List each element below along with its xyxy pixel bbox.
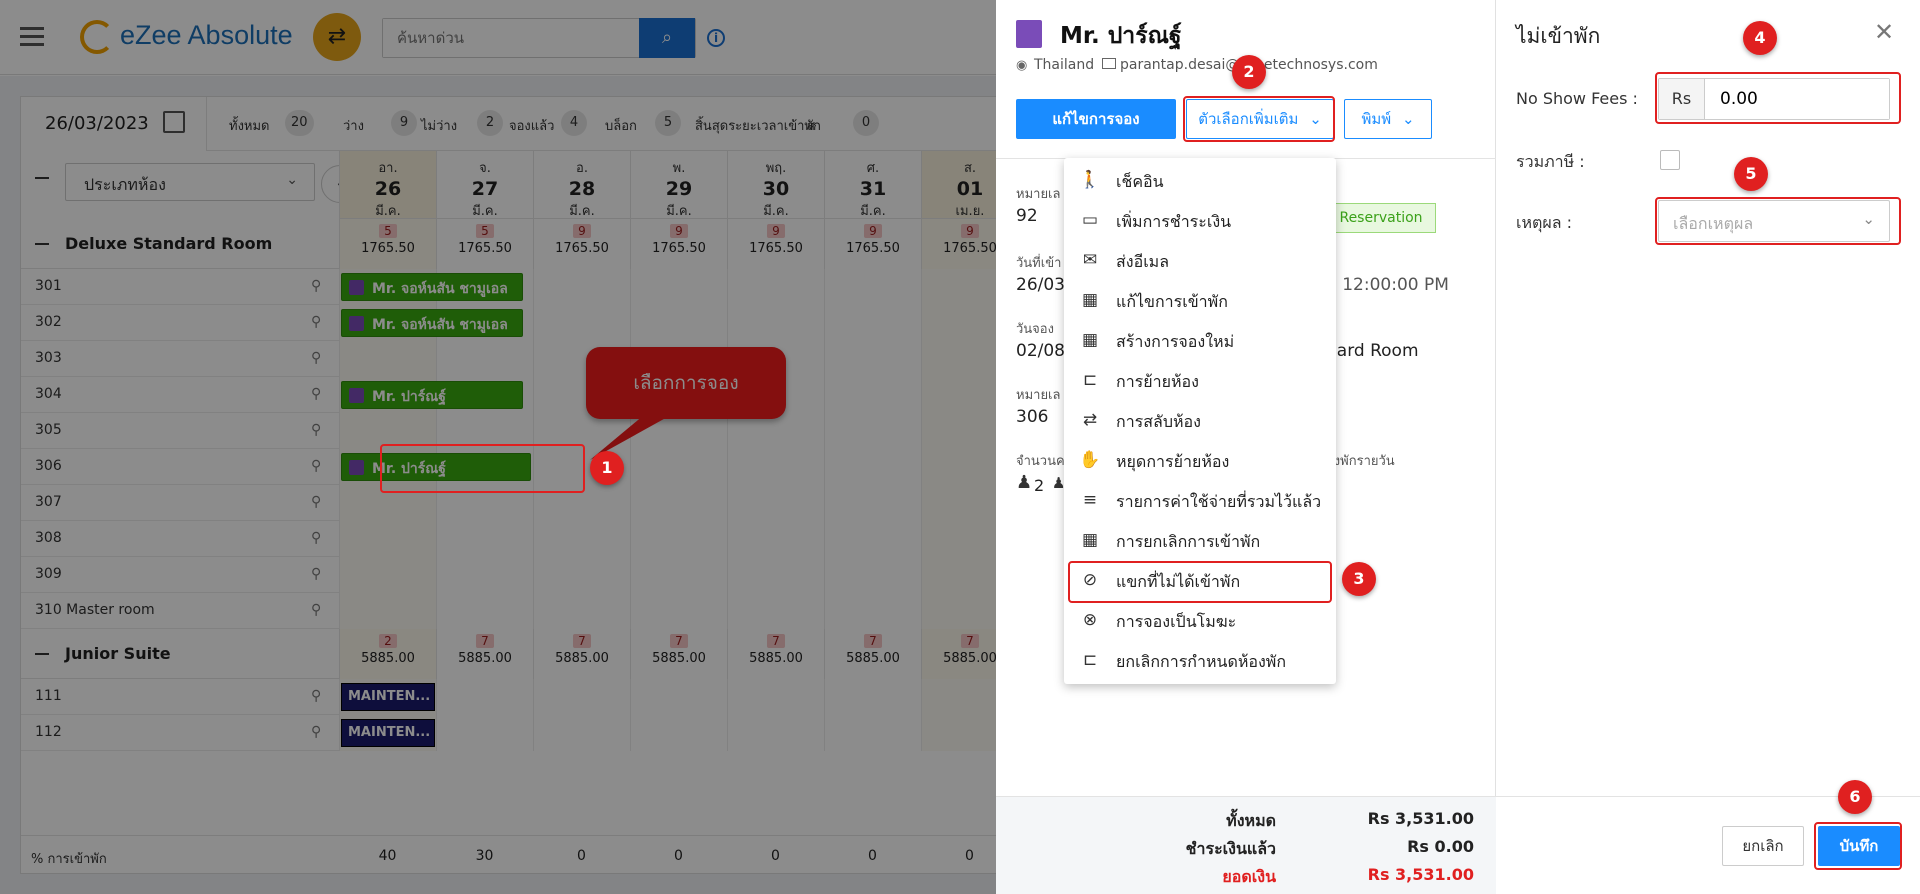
menu-item-label: เพิ่มการชำระเงิน — [1116, 212, 1232, 231]
balance-value: Rs 3,531.00 — [1367, 865, 1474, 884]
cancel-button[interactable]: ยกเลิก — [1722, 826, 1804, 866]
status-badge-text: Reservation — [1339, 210, 1423, 226]
menu-item[interactable]: ▦ การยกเลิกการเข้าพัก — [1064, 520, 1336, 560]
building-icon — [1016, 20, 1042, 48]
card-icon: ▭ — [1081, 210, 1099, 230]
menu-item-label: การยกเลิกการเข้าพัก — [1116, 532, 1261, 551]
calendar-icon: ▦ — [1081, 330, 1099, 350]
guests-label: จำนวนค — [1016, 454, 1065, 469]
menu-item[interactable]: ⊏ การย้ายห้อง — [1064, 360, 1336, 400]
app-root: eZee Absolute ⇄ ⌕ i 26/03/2023 ทั้งหมด20… — [0, 0, 1920, 894]
location-icon: ◉ — [1016, 58, 1028, 73]
total-label: ทั้งหมด — [1226, 811, 1276, 830]
print-button[interactable]: พิมพ์ ⌄ — [1344, 99, 1432, 139]
menu-item[interactable]: ⊗ การจองเป็นโมฆะ — [1064, 600, 1336, 640]
highlight-reason — [1655, 197, 1901, 245]
tax-inclusive-checkbox[interactable] — [1660, 150, 1680, 170]
total-value: Rs 3,531.00 — [1367, 809, 1474, 828]
menu-item-label: หยุดการย้ายห้อง — [1116, 452, 1230, 471]
callout-1: 1 — [590, 451, 624, 485]
callout-5: 5 — [1734, 157, 1768, 191]
menu-item-label: แก้ไขการเข้าพัก — [1116, 292, 1228, 311]
hand-icon: ✋ — [1079, 450, 1101, 470]
rate-type: ้องพักรายวัน — [1326, 454, 1395, 469]
mail-icon — [1102, 58, 1116, 69]
menu-item[interactable]: ⇄ การสลับห้อง — [1064, 400, 1336, 440]
no-show-panel: ไม่เข้าพัก ✕ No Show Fees : Rs รวมภาษี :… — [1496, 0, 1920, 894]
status-badge: Reservation — [1326, 203, 1436, 233]
checkout-value: 3 12:00:00 PM — [1326, 275, 1449, 295]
guest-name: Mr. ปาร์ณฐ์ — [1060, 23, 1182, 49]
booked-label: วันจอง — [1016, 322, 1054, 337]
calendar-cancel-icon: ▦ — [1081, 530, 1099, 550]
no-show-fees-label: No Show Fees : — [1516, 89, 1638, 108]
highlight-booking-306 — [380, 444, 585, 493]
checkin-value: 26/03, — [1016, 275, 1071, 295]
highlight-more-options — [1183, 96, 1335, 142]
menu-item[interactable]: ▦ แก้ไขการเข้าพัก — [1064, 280, 1336, 320]
more-options-menu: 🚶 เช็คอิน ▭ เพิ่มการชำระเงิน ✉ ส่งอีเมล ▦ แก้ไข… — [1064, 158, 1336, 684]
menu-item[interactable]: ✋ หยุดการย้ายห้อง — [1064, 440, 1336, 480]
menu-item[interactable]: ▦ สร้างการจองใหม่ — [1064, 320, 1336, 360]
res-number: 92 — [1016, 206, 1038, 226]
menu-item-label: เช็คอิน — [1116, 172, 1164, 191]
print-label: พิมพ์ — [1361, 110, 1392, 128]
panel-title: ไม่เข้าพัก — [1516, 24, 1601, 48]
menu-item[interactable]: ≡ รายการค่าใช้จ่ายที่รวมไว้แล้ว — [1064, 480, 1336, 520]
paid-label: ชำระเงินแล้ว — [1185, 839, 1276, 858]
menu-item[interactable]: 🚶 เช็คอิน — [1064, 160, 1336, 200]
adult-icon: ♟ — [1016, 472, 1033, 493]
menu-item[interactable]: ⊏ ยกเลิกการกำหนดห้องพัก — [1064, 640, 1336, 680]
booked-value: 02/08, — [1016, 341, 1071, 361]
callout-2: 2 — [1232, 55, 1266, 89]
bed-cancel-icon: ⊏ — [1082, 650, 1098, 670]
room-number: 306 — [1016, 407, 1049, 427]
guest-country: Thailand — [1034, 57, 1095, 73]
mail-icon: ✉ — [1082, 250, 1098, 270]
room-number-label: หมายเล — [1016, 388, 1061, 403]
reason-label: เหตุผล : — [1516, 213, 1573, 232]
menu-item-label: การจองเป็นโมฆะ — [1116, 612, 1237, 631]
swap-icon: ⇄ — [1082, 410, 1098, 430]
edit-booking-button[interactable]: แก้ไขการจอง — [1016, 99, 1176, 139]
checkin-label: วันที่เข้า — [1016, 256, 1062, 271]
highlight-no-show-fees — [1655, 72, 1901, 124]
close-icon[interactable]: ✕ — [1874, 18, 1894, 46]
balance-label: ยอดเงิน — [1222, 867, 1276, 886]
walk-in-icon: 🚶 — [1079, 170, 1101, 190]
callout-3: 3 — [1342, 562, 1376, 596]
x-circle-icon: ⊗ — [1082, 610, 1098, 630]
menu-item[interactable]: ✉ ส่งอีเมล — [1064, 240, 1336, 280]
callout-6: 6 — [1838, 780, 1872, 814]
tax-inclusive-label: รวมภาษี : — [1516, 152, 1585, 171]
highlight-save — [1814, 822, 1902, 870]
guests-value: 2 — [1034, 476, 1045, 495]
chevron-down-icon: ⌄ — [1401, 110, 1415, 128]
highlight-no-show-item — [1068, 561, 1332, 603]
menu-item-label: ส่งอีเมล — [1116, 252, 1170, 271]
menu-item-label: ยกเลิกการกำหนดห้องพัก — [1116, 652, 1287, 671]
res-number-label: หมายเล — [1016, 187, 1061, 202]
calendar-edit-icon: ▦ — [1081, 290, 1099, 310]
menu-item-label: การย้ายห้อง — [1116, 372, 1199, 391]
menu-item-label: รายการค่าใช้จ่ายที่รวมไว้แล้ว — [1116, 492, 1322, 511]
summary-footer: ทั้งหมด Rs 3,531.00 ชำระเงินแล้ว Rs 0.00… — [996, 796, 1496, 894]
paid-value: Rs 0.00 — [1407, 837, 1474, 856]
menu-item[interactable]: ▭ เพิ่มการชำระเงิน — [1064, 200, 1336, 240]
bed-move-icon: ⊏ — [1082, 370, 1098, 390]
room-type-value: dard Room — [1326, 341, 1419, 361]
menu-item-label: สร้างการจองใหม่ — [1116, 332, 1235, 351]
menu-item-label: การสลับห้อง — [1116, 412, 1201, 431]
tray-icon: ≡ — [1082, 490, 1098, 510]
callout-4: 4 — [1743, 21, 1777, 55]
